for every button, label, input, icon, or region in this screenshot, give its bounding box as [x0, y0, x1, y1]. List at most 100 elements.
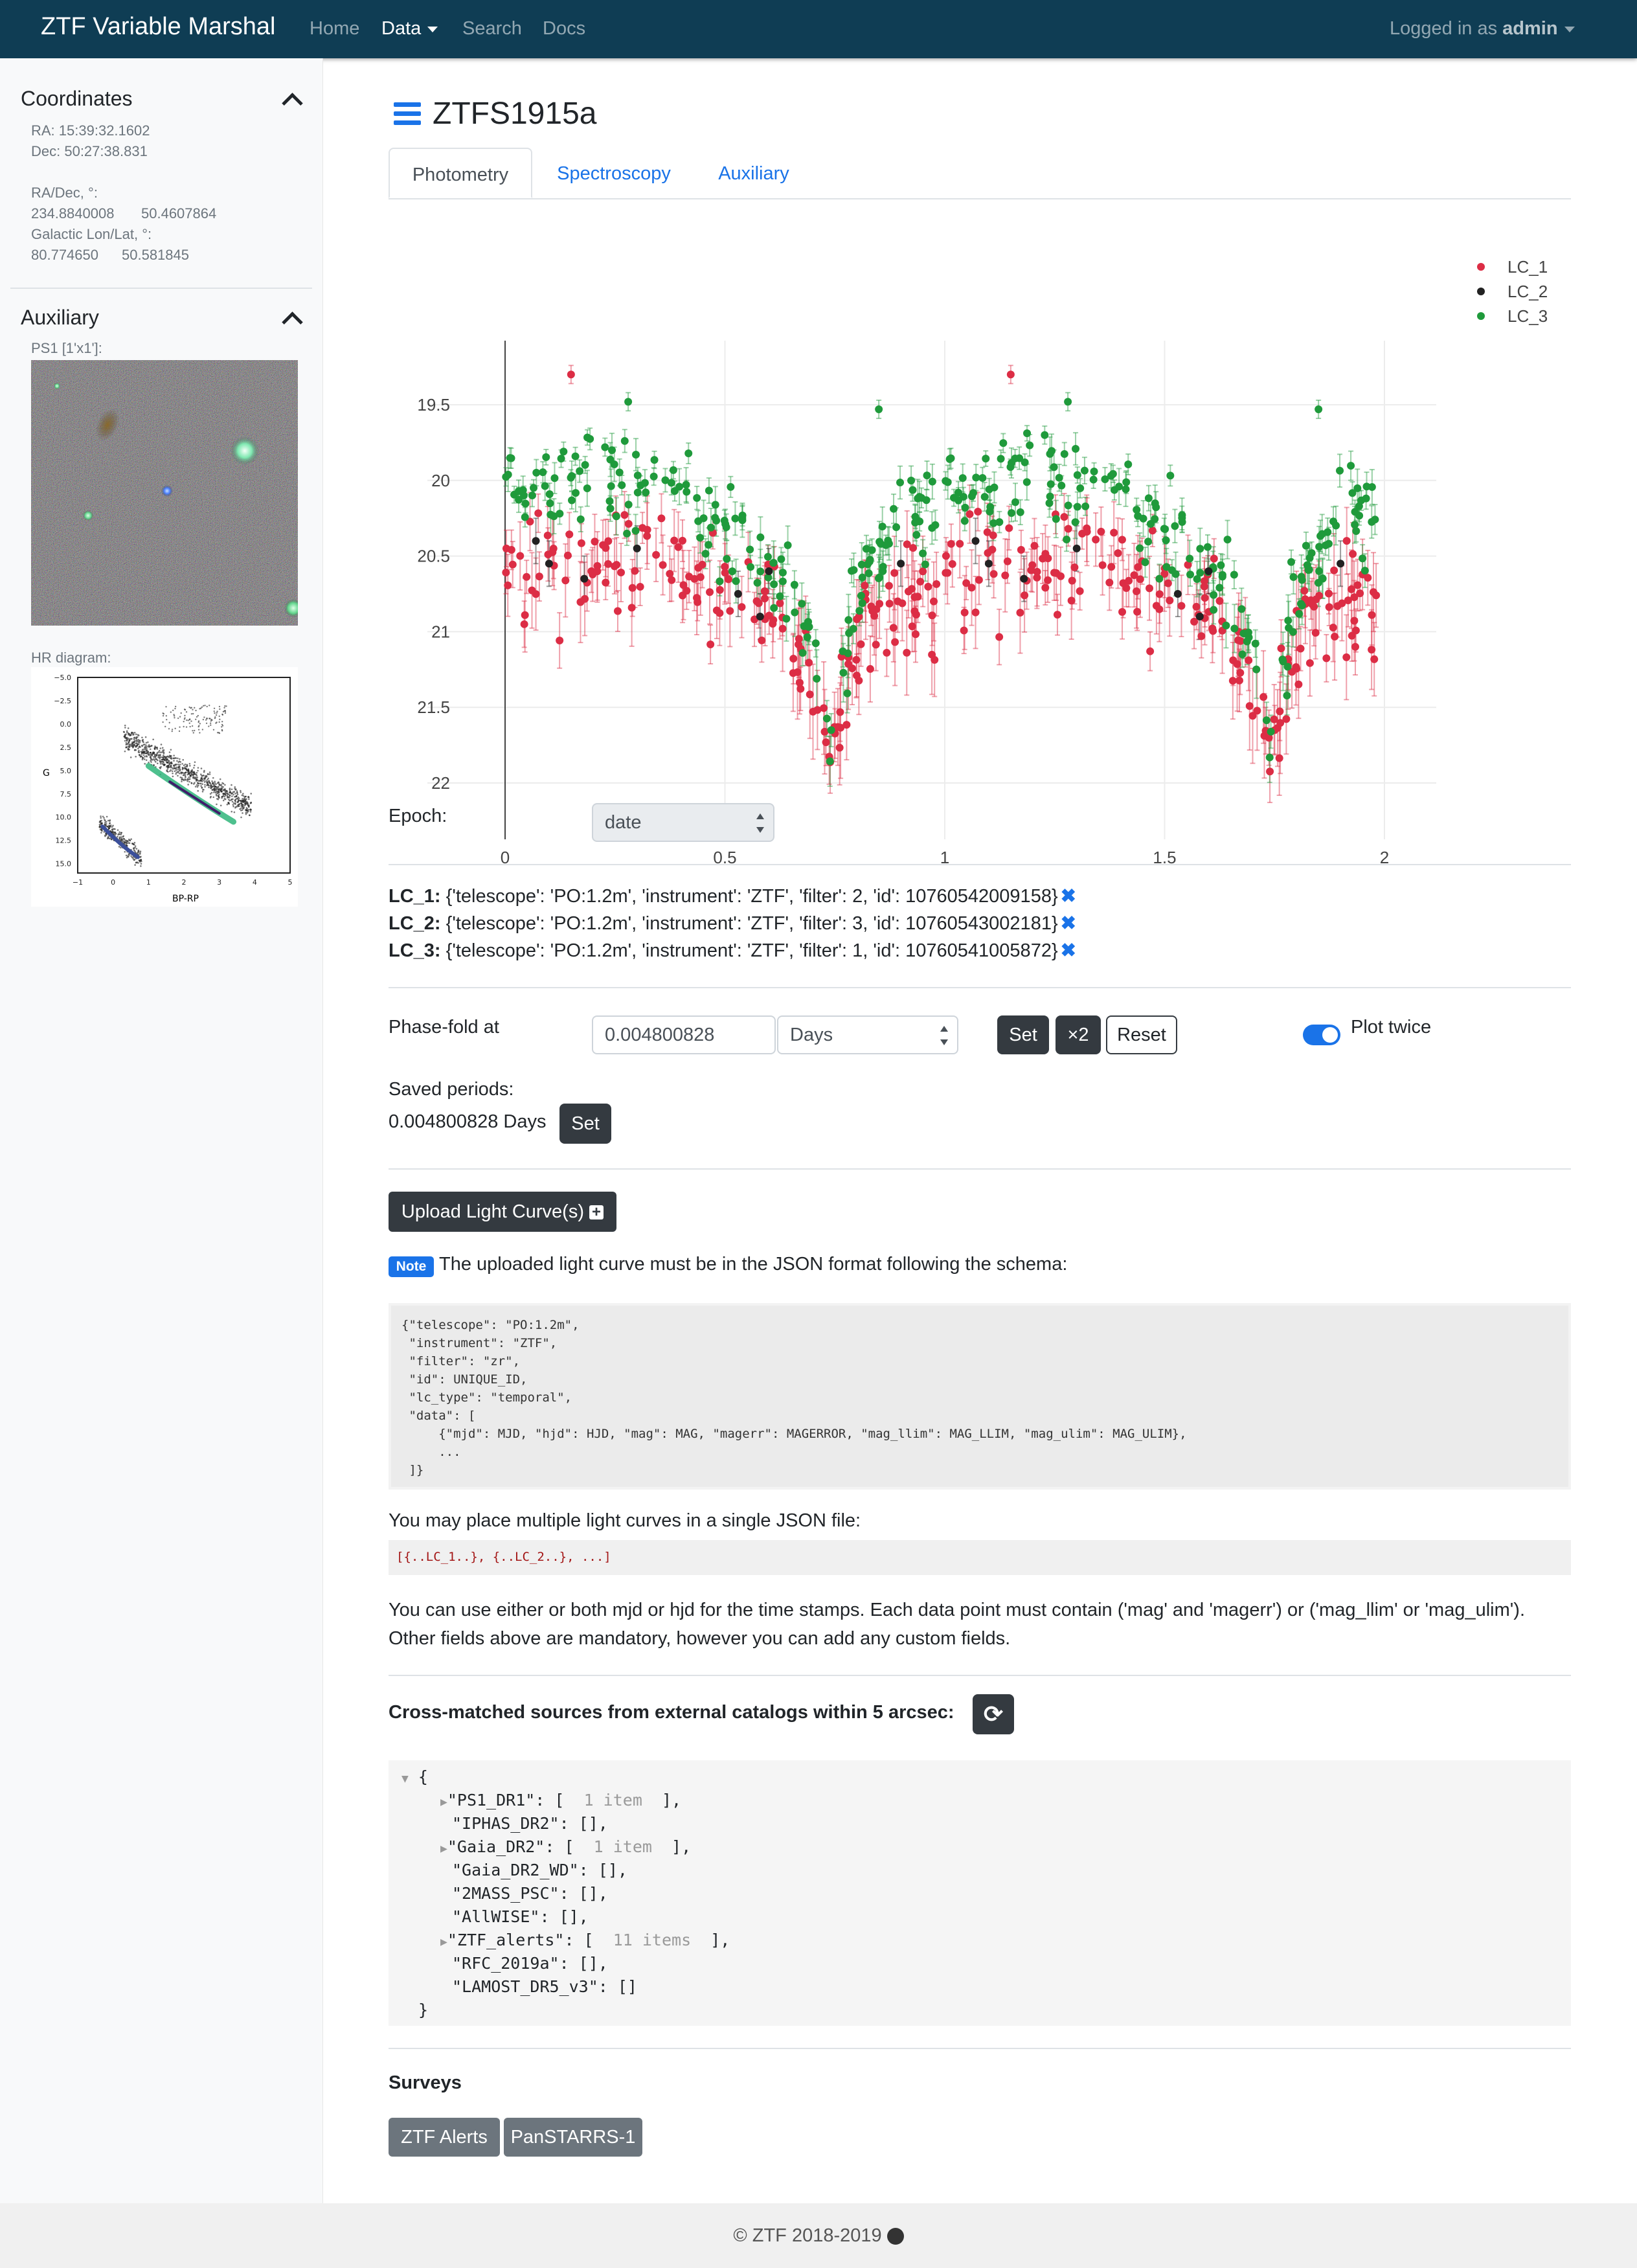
- lc_1-point: [795, 635, 803, 643]
- hr-point: [132, 843, 135, 845]
- lc_1-point: [1311, 629, 1320, 637]
- hr-point: [173, 760, 175, 762]
- nav-docs[interactable]: Docs: [543, 18, 585, 40]
- lc_1-point: [1329, 623, 1337, 631]
- hr-point: [128, 842, 131, 845]
- expand-icon[interactable]: ▶: [440, 1935, 447, 1949]
- auxiliary-heading[interactable]: Auxiliary: [21, 306, 99, 330]
- lc_3-point: [1046, 492, 1054, 501]
- lc_1-point: [1200, 582, 1208, 591]
- lc_3-point: [546, 499, 554, 508]
- hr-point: [187, 720, 189, 721]
- hr-point: [109, 826, 111, 828]
- lc_1-point: [1107, 563, 1116, 571]
- hr-point: [130, 756, 132, 758]
- lc_3-point: [1196, 569, 1204, 577]
- units-select[interactable]: Days: [777, 1015, 958, 1054]
- hr-point: [174, 707, 176, 710]
- lc_3-point: [581, 460, 589, 469]
- lc_1-point: [1130, 571, 1138, 580]
- hr-point: [99, 828, 102, 831]
- chevron-up-icon[interactable]: [282, 93, 303, 114]
- json-row[interactable]: ▶"PS1_DR1": [ 1 item ],: [440, 1789, 681, 1814]
- lc_3-point: [1089, 475, 1098, 484]
- expand-icon[interactable]: ▶: [440, 1795, 447, 1809]
- user-name: admin: [1502, 18, 1558, 39]
- lc_3-point: [1171, 570, 1180, 578]
- hr-point: [247, 808, 250, 811]
- lc_3-point: [1359, 554, 1367, 563]
- legend-swatch[interactable]: [1477, 312, 1485, 320]
- hr-point: [206, 705, 208, 708]
- lc_1-point: [857, 640, 865, 648]
- lc_1-point: [1118, 607, 1127, 616]
- period-input[interactable]: 0.004800828: [592, 1015, 776, 1054]
- lc_1-point: [778, 624, 787, 633]
- lc_3-point: [1315, 567, 1324, 575]
- legend-swatch[interactable]: [1477, 288, 1485, 295]
- lc_2-point: [734, 590, 742, 598]
- ztf-alerts-button[interactable]: ZTF Alerts: [389, 2118, 500, 2157]
- json-key: "Gaia_DR2_WD": [],: [452, 1861, 627, 1879]
- refresh-button[interactable]: ⟳: [973, 1694, 1014, 1734]
- nav-data[interactable]: Data: [381, 18, 438, 40]
- menu-icon[interactable]: [394, 102, 421, 126]
- json-row[interactable]: ▶"ZTF_alerts": [ 11 items ],: [440, 1929, 730, 1954]
- hr-point: [173, 757, 175, 760]
- hr-point: [226, 790, 229, 793]
- hr-point: [124, 724, 126, 727]
- close-icon[interactable]: ✖: [1061, 913, 1076, 934]
- json-count: 11 items: [593, 1931, 701, 1949]
- coordinates-heading[interactable]: Coordinates: [21, 87, 133, 111]
- hr-point: [200, 767, 203, 769]
- chevron-up-icon[interactable]: [282, 312, 303, 333]
- tab-photometry[interactable]: Photometry: [389, 148, 532, 198]
- tab-spectroscopy[interactable]: Spectroscopy: [534, 148, 694, 198]
- brand-logo[interactable]: ZTF Variable Marshal: [41, 13, 276, 41]
- hr-point: [133, 738, 135, 741]
- upload-button[interactable]: Upload Light Curve(s) +: [389, 1192, 616, 1232]
- hr-point: [204, 778, 206, 780]
- json-open[interactable]: ▼ {: [401, 1765, 428, 1791]
- double-period-button[interactable]: ×2: [1056, 1015, 1101, 1054]
- lc_3-point: [705, 486, 713, 495]
- lc_1-point: [577, 539, 585, 547]
- lc_1-point: [975, 576, 983, 584]
- close-icon[interactable]: ✖: [1061, 886, 1076, 907]
- legend-label[interactable]: LC_3: [1507, 306, 1548, 326]
- legend-label[interactable]: LC_1: [1507, 257, 1548, 277]
- lc_3-point: [1144, 538, 1153, 546]
- lc_3-point: [568, 472, 576, 481]
- hr-point: [242, 812, 243, 814]
- y-tick-label: 20.5: [417, 547, 450, 566]
- hr-point: [143, 758, 146, 760]
- lc_3-point: [1151, 515, 1159, 523]
- user-menu[interactable]: Logged in as admin: [1390, 18, 1575, 40]
- hr-point: [152, 738, 154, 741]
- set-button[interactable]: Set: [997, 1015, 1049, 1054]
- plot-twice-toggle[interactable]: [1303, 1025, 1340, 1045]
- close-icon[interactable]: ✖: [1061, 940, 1076, 961]
- panstarrs-button[interactable]: PanSTARRS-1: [504, 2118, 642, 2157]
- light-curve-chart[interactable]: 19.52020.52121.522 0 0.5 1 1.5 2 LC_1LC_2LC_…: [389, 237, 1571, 898]
- nav-search[interactable]: Search: [462, 18, 522, 40]
- y-tick-label: 19.5: [417, 395, 450, 414]
- epoch-select[interactable]: date: [592, 803, 774, 842]
- legend-label[interactable]: LC_2: [1507, 282, 1548, 301]
- hr-point: [156, 748, 159, 750]
- legend-swatch[interactable]: [1477, 263, 1485, 271]
- saved-set-button[interactable]: Set: [559, 1104, 611, 1144]
- tab-auxiliary[interactable]: Auxiliary: [695, 148, 812, 198]
- hr-point: [98, 826, 100, 828]
- hr-point: [179, 772, 181, 775]
- hr-point: [135, 755, 137, 758]
- hr-point: [109, 822, 111, 824]
- github-icon[interactable]: [886, 2228, 904, 2245]
- lc_1-point: [989, 531, 997, 539]
- hr-point: [139, 740, 141, 742]
- json-row[interactable]: ▶"Gaia_DR2": [ 1 item ],: [440, 1835, 691, 1861]
- nav-home[interactable]: Home: [310, 18, 359, 40]
- expand-icon[interactable]: ▶: [440, 1842, 447, 1855]
- lc_1-point: [908, 622, 916, 631]
- reset-button[interactable]: Reset: [1106, 1015, 1177, 1054]
